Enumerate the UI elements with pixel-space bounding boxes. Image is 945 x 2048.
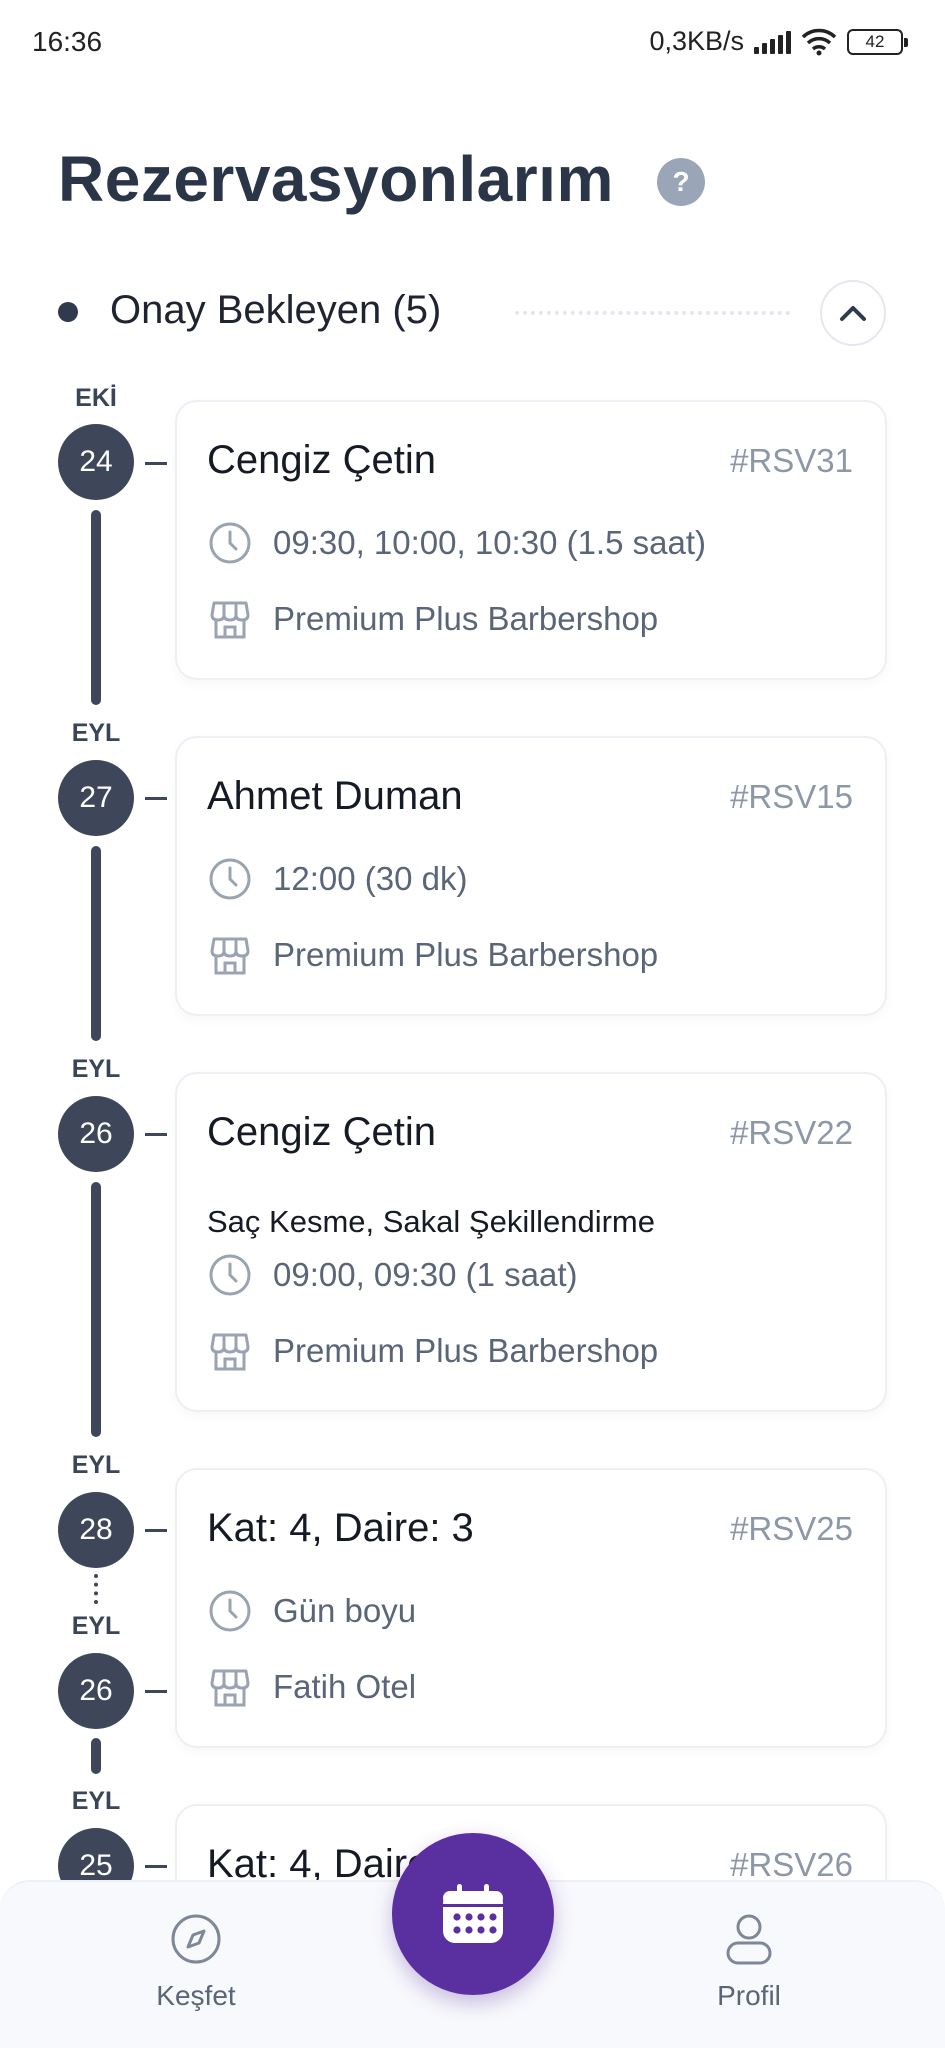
reservation-venue-row: Fatih Otel — [207, 1664, 416, 1710]
help-icon[interactable]: ? — [657, 158, 705, 206]
timeline-month: EYL — [71, 719, 121, 747]
battery-level: 42 — [865, 31, 885, 51]
store-icon — [207, 932, 253, 978]
nav-explore-label: Keşfet — [156, 1980, 236, 2011]
reservation-venue-row: Premium Plus Barbershop — [207, 596, 658, 642]
clock-icon — [207, 856, 253, 902]
clock-icon — [207, 1588, 253, 1634]
status-bar: 16:36 0,3KB/s 42 — [0, 0, 945, 84]
clock-icon — [207, 1252, 253, 1298]
reservation-code: #RSV22 — [730, 1114, 853, 1151]
compass-icon — [171, 1914, 221, 1964]
timeline-month: EYL — [71, 1451, 121, 1479]
reservation-time-row: Gün boyu — [207, 1588, 416, 1634]
timeline-line — [91, 1738, 101, 1774]
wifi-icon — [801, 28, 837, 55]
reservation-code: #RSV25 — [730, 1510, 853, 1547]
timeline-range-dots — [94, 1574, 98, 1604]
timeline-tick — [145, 1690, 167, 1693]
reservation-name: Cengiz Çetin — [207, 438, 437, 482]
timeline-tick — [145, 797, 167, 800]
timeline-line — [91, 1182, 101, 1437]
reservation-card[interactable]: Ahmet Duman #RSV15 12:00 (30 dk) Premium… — [175, 736, 887, 1016]
signal-icon — [754, 30, 791, 54]
reservation-card[interactable]: Cengiz Çetin #RSV31 09:30, 10:00, 10:30 … — [175, 400, 887, 680]
reservation-time: 12:00 (30 dk) — [273, 860, 468, 897]
network-speed: 0,3KB/s — [649, 26, 744, 56]
reservation-card[interactable]: Kat: 4, Daire: 3 #RSV25 Gün boyu Fatih O… — [175, 1468, 887, 1748]
reservation-code: #RSV15 — [730, 778, 853, 815]
store-icon — [207, 1664, 253, 1710]
nav-profile-label: Profil — [717, 1980, 781, 2011]
reservation-time-row: 09:30, 10:00, 10:30 (1.5 saat) — [207, 520, 706, 566]
timeline-day: 26 — [58, 1653, 134, 1729]
timeline-month: EYL — [71, 1055, 121, 1083]
timeline-line — [91, 510, 101, 705]
status-time: 16:36 — [32, 26, 103, 57]
reservation-venue-row: Premium Plus Barbershop — [207, 932, 658, 978]
timeline-tick — [145, 1529, 167, 1532]
nav-profile[interactable]: Profil — [669, 1912, 829, 2012]
reservations-fab[interactable] — [392, 1833, 554, 1995]
status-indicators: 0,3KB/s 42 — [649, 26, 908, 57]
timeline-day: 26 — [58, 1096, 134, 1172]
reservation-venue: Fatih Otel — [273, 1668, 417, 1705]
store-icon — [207, 1328, 253, 1374]
reservation-code: #RSV26 — [730, 1846, 853, 1883]
battery-icon: 42 — [847, 28, 908, 55]
timeline-month: EKİ — [75, 384, 117, 412]
timeline-line — [91, 846, 101, 1041]
reservation-time: 09:00, 09:30 (1 saat) — [273, 1256, 578, 1293]
chevron-up-icon — [840, 306, 866, 321]
timeline-day: 28 — [58, 1492, 134, 1568]
timeline-month: EYL — [71, 1612, 121, 1640]
reservation-time-row: 12:00 (30 dk) — [207, 856, 467, 902]
reservation-services: Saç Kesme, Sakal Şekillendirme — [207, 1204, 655, 1239]
calendar-icon — [443, 1884, 503, 1943]
timeline-tick — [145, 462, 167, 465]
timeline-tick — [145, 1865, 167, 1868]
reservation-venue: Premium Plus Barbershop — [273, 936, 659, 973]
reservation-name: Kat: 4, Daire: 3 — [207, 1506, 474, 1550]
collapse-button[interactable] — [820, 280, 886, 346]
store-icon — [207, 596, 253, 642]
reservation-venue: Premium Plus Barbershop — [273, 1332, 659, 1369]
reservation-time: Gün boyu — [273, 1592, 417, 1629]
reservation-name: Ahmet Duman — [207, 774, 463, 818]
reservation-code: #RSV31 — [730, 442, 853, 479]
section-title[interactable]: Onay Bekleyen (5) — [110, 288, 441, 333]
reservation-card[interactable]: Cengiz Çetin #RSV22 Saç Kesme, Sakal Şek… — [175, 1072, 887, 1412]
reservation-time: 09:30, 10:00, 10:30 (1.5 saat) — [273, 524, 706, 561]
clock-icon — [207, 520, 253, 566]
timeline-month: EYL — [71, 1787, 121, 1815]
reservation-venue: Premium Plus Barbershop — [273, 600, 659, 637]
nav-explore[interactable]: Keşfet — [116, 1912, 276, 2012]
section-bullet — [58, 302, 78, 322]
reservation-venue-row: Premium Plus Barbershop — [207, 1328, 658, 1374]
timeline-tick — [145, 1133, 167, 1136]
user-icon — [726, 1914, 772, 1965]
timeline-day: 24 — [58, 424, 134, 500]
reservation-name: Cengiz Çetin — [207, 1110, 437, 1154]
timeline-day: 27 — [58, 760, 134, 836]
section-divider — [515, 311, 790, 315]
reservation-time-row: 09:00, 09:30 (1 saat) — [207, 1252, 578, 1298]
page-title: Rezervasyonlarım — [58, 143, 614, 215]
